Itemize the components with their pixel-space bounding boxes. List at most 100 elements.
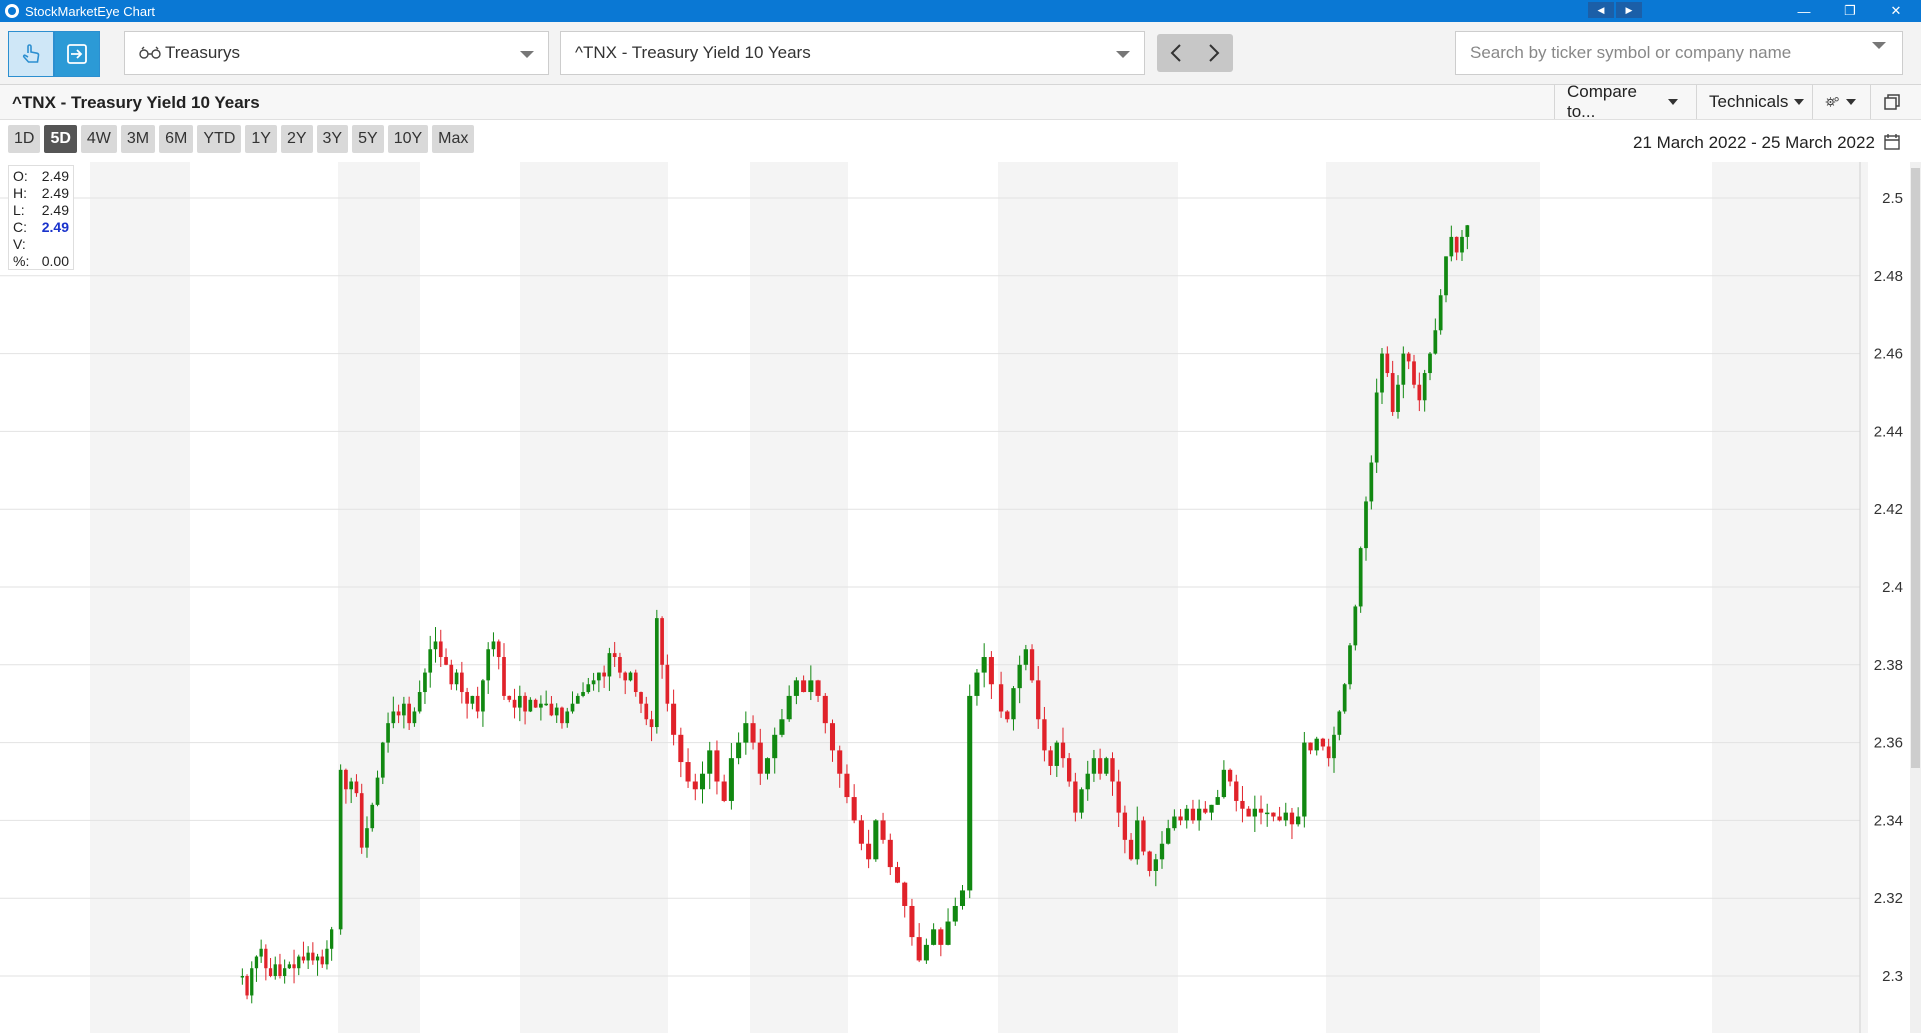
candle-body xyxy=(1353,606,1358,646)
candle xyxy=(1227,768,1233,787)
candle-body xyxy=(1203,808,1208,813)
candle-body xyxy=(628,672,633,681)
candle-body xyxy=(528,699,533,712)
candle-body xyxy=(660,618,664,665)
candle-body xyxy=(1023,649,1029,665)
page-title: ^TNX - Treasury Yield 10 Years xyxy=(12,93,260,112)
pointer-mode-button[interactable] xyxy=(8,31,54,77)
calendar-icon[interactable] xyxy=(1884,133,1900,150)
candle xyxy=(1252,795,1257,832)
range-button-10y[interactable]: 10Y xyxy=(387,125,429,153)
y-tick-label: 2.38 xyxy=(1874,657,1903,674)
candle-body xyxy=(1042,719,1047,751)
scrollbar-thumb[interactable] xyxy=(1911,168,1920,768)
search-chevron-down-icon[interactable] xyxy=(1872,42,1886,49)
range-button-4w[interactable]: 4W xyxy=(80,125,117,153)
candle-body xyxy=(602,672,606,677)
range-button-max[interactable]: Max xyxy=(432,125,475,153)
chevron-left-icon xyxy=(1170,44,1181,62)
candle-body xyxy=(1380,353,1384,393)
candle xyxy=(1438,289,1443,335)
range-button-3m[interactable]: 3M xyxy=(120,125,156,153)
candle xyxy=(1234,774,1239,812)
range-button-5y[interactable]: 5Y xyxy=(352,125,384,153)
title-prev-icon[interactable]: ◀ xyxy=(1588,2,1614,18)
candle-body xyxy=(1196,808,1202,821)
candle xyxy=(1184,804,1189,829)
candle-body xyxy=(858,820,864,844)
candle-body xyxy=(952,905,958,922)
range-button-1y[interactable]: 1Y xyxy=(245,125,277,153)
date-range-label: 21 March 2022 - 25 March 2022 xyxy=(1633,133,1875,152)
prev-symbol-button[interactable] xyxy=(1157,34,1195,72)
candle xyxy=(320,949,324,968)
candle-body xyxy=(1240,800,1245,809)
technicals-button[interactable]: Technicals xyxy=(1696,85,1808,119)
candle-body xyxy=(586,684,591,693)
candle-body xyxy=(283,968,287,976)
candle xyxy=(1215,789,1220,805)
candle-body xyxy=(1348,645,1352,685)
candle xyxy=(330,926,334,961)
detach-window-button[interactable] xyxy=(1870,85,1921,119)
candle xyxy=(454,669,459,691)
gears-icon xyxy=(1825,97,1839,107)
candle-body xyxy=(815,680,821,696)
high-label: H: xyxy=(13,185,27,201)
candle xyxy=(245,974,249,1000)
candle-body xyxy=(273,964,277,976)
candle-body xyxy=(354,781,359,794)
candle-body xyxy=(665,664,670,704)
candle-body xyxy=(1326,746,1331,759)
list-dropdown[interactable]: Treasurys xyxy=(124,31,549,75)
candle-body xyxy=(1374,392,1379,463)
candle-body xyxy=(728,758,734,801)
candle-body xyxy=(1159,843,1165,860)
candle-body xyxy=(829,723,836,751)
minimize-button[interactable]: — xyxy=(1784,0,1824,22)
settings-button[interactable] xyxy=(1812,85,1868,119)
close-value: 2.49 xyxy=(41,219,69,235)
restore-button[interactable]: ❐ xyxy=(1830,0,1870,22)
candle-body xyxy=(678,734,684,763)
candle-body xyxy=(1252,808,1257,817)
candlestick-chart[interactable]: 2.3 2.32 2.34 2.36 2.38 2.4 2.42 2.44 2.46 2.48 2.… xyxy=(0,162,1921,1033)
candle-body xyxy=(808,680,814,693)
range-button-5d[interactable]: 5D xyxy=(44,125,77,153)
session-band xyxy=(520,162,668,1033)
candle-body xyxy=(1178,816,1183,821)
candle-body xyxy=(523,695,527,712)
candle-body xyxy=(1141,820,1146,852)
candle-body xyxy=(1422,373,1427,401)
symbol-dropdown[interactable]: ^TNX - Treasury Yield 10 Years xyxy=(560,31,1145,75)
candle xyxy=(470,695,475,710)
low-label: L: xyxy=(13,202,25,218)
candle-body xyxy=(1258,808,1264,813)
range-button-1d[interactable]: 1D xyxy=(8,125,41,153)
candle-body xyxy=(757,742,763,774)
search-input[interactable] xyxy=(1455,31,1903,75)
candle-body xyxy=(370,804,375,829)
candle-body xyxy=(1172,816,1177,829)
candle-body xyxy=(1320,738,1326,747)
compare-to-button[interactable]: Compare to... xyxy=(1554,82,1690,121)
candle-body xyxy=(278,964,282,976)
candle-body xyxy=(988,657,994,685)
candle-body xyxy=(851,797,857,821)
next-symbol-button[interactable] xyxy=(1195,34,1233,72)
panel-mode-button[interactable] xyxy=(54,31,100,77)
candle xyxy=(533,698,538,708)
range-button-3y[interactable]: 3Y xyxy=(316,125,349,153)
candle-body xyxy=(1110,758,1115,782)
candle xyxy=(433,627,438,663)
candle-body xyxy=(887,839,893,868)
candle xyxy=(438,629,443,667)
close-button[interactable]: ✕ xyxy=(1876,0,1916,22)
candle xyxy=(502,643,506,701)
candle-body xyxy=(259,948,263,957)
range-button-6m[interactable]: 6M xyxy=(159,125,194,153)
range-button-ytd[interactable]: YTD xyxy=(197,125,242,153)
title-next-icon[interactable]: ▶ xyxy=(1616,2,1642,18)
range-button-2y[interactable]: 2Y xyxy=(280,125,313,153)
candle-body xyxy=(1337,711,1342,735)
